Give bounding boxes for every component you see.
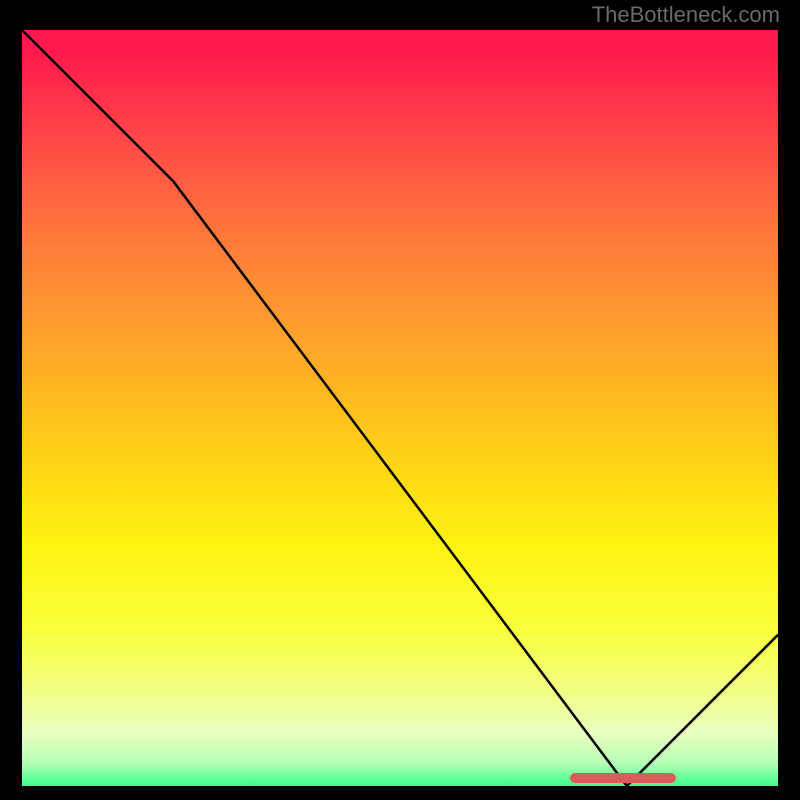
bottleneck-curve (22, 30, 778, 786)
attribution-text: TheBottleneck.com (0, 0, 800, 30)
optimal-marker (570, 773, 676, 783)
chart-area (22, 30, 778, 786)
